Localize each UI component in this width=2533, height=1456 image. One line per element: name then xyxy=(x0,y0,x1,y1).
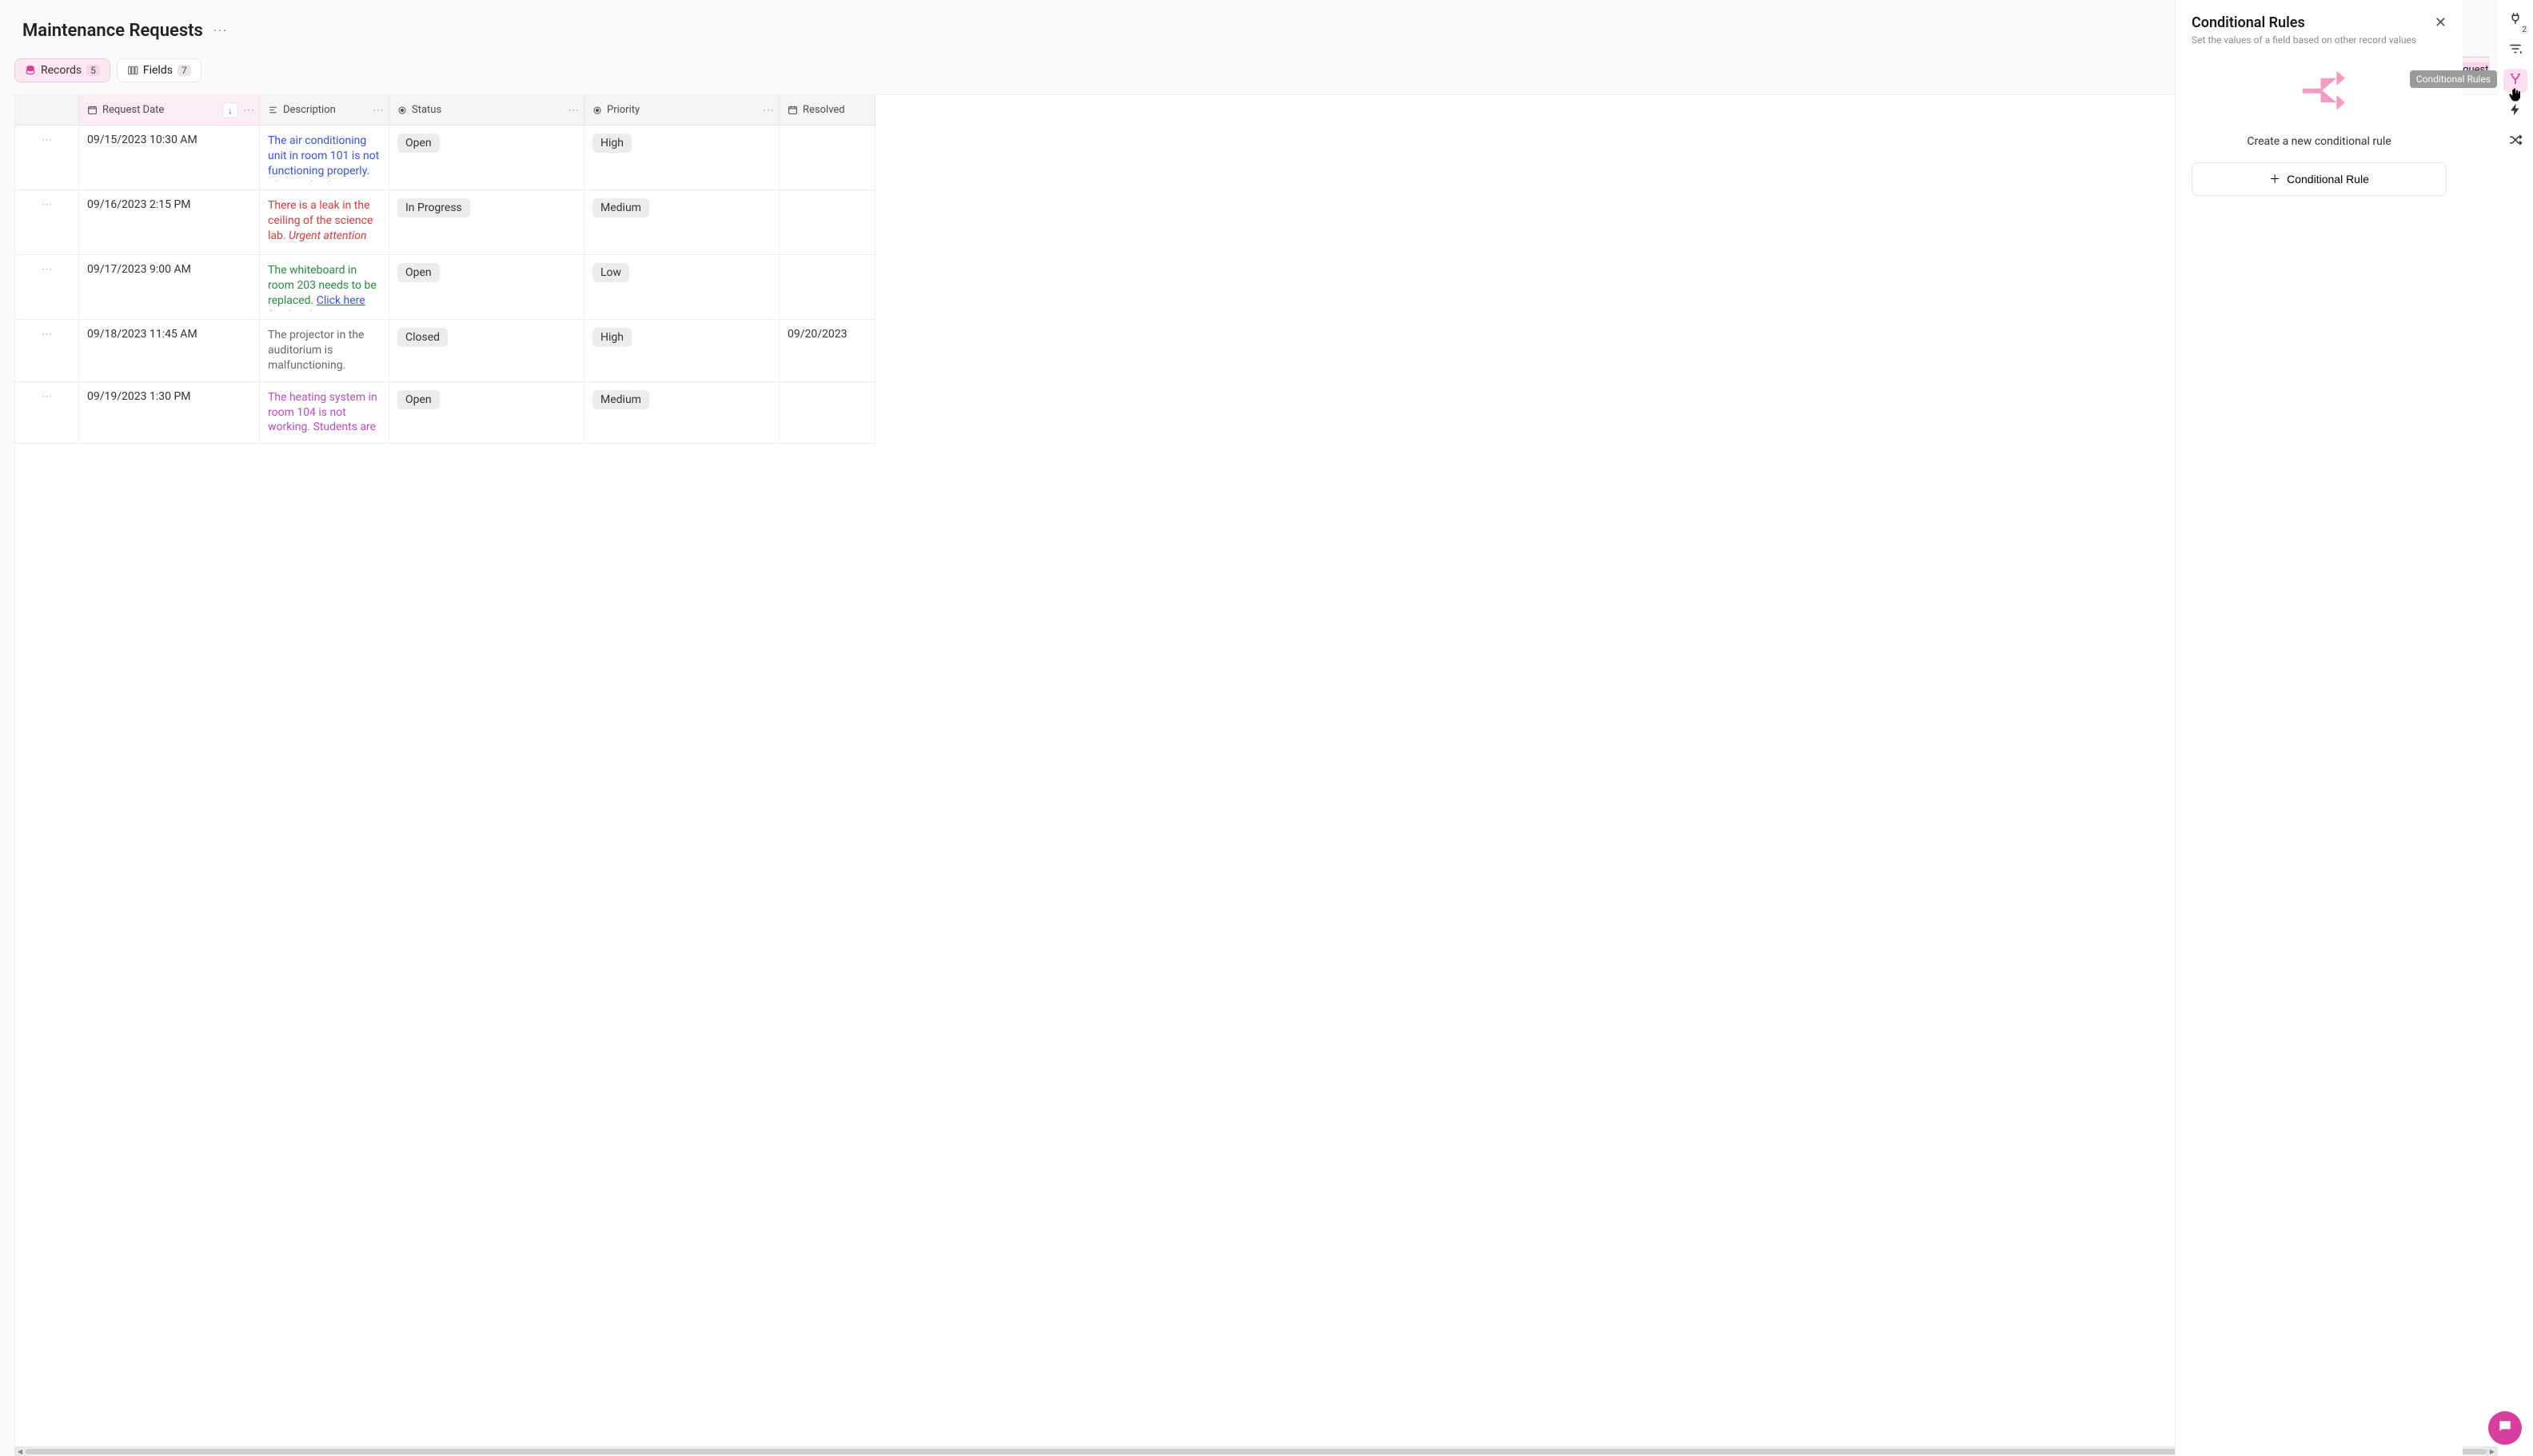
tab-records[interactable]: Records 5 xyxy=(14,58,110,82)
panel-title: Conditional Rules xyxy=(2192,14,2416,31)
column-menu-icon[interactable]: ⋯ xyxy=(243,104,254,117)
tab-fields-count: 7 xyxy=(178,65,191,76)
columns-icon xyxy=(127,65,138,76)
cell-status[interactable]: Open xyxy=(389,126,584,190)
column-header-request-date[interactable]: Request Date ↓ ⋯ xyxy=(79,95,260,126)
cell-description[interactable]: There is a leak in the ceiling of the sc… xyxy=(260,190,389,255)
horizontal-scrollbar[interactable]: ◀ ▶ xyxy=(14,1446,2498,1456)
priority-chip: High xyxy=(592,328,632,347)
column-header-label: Description xyxy=(283,104,336,116)
column-header-label: Resolved xyxy=(803,104,845,116)
status-chip: Open xyxy=(397,134,440,153)
scroll-right-icon[interactable]: ▶ xyxy=(2487,1447,2498,1456)
cell-status[interactable]: Open xyxy=(389,255,584,320)
cell-status[interactable]: In Progress xyxy=(389,190,584,255)
chat-icon xyxy=(2497,1418,2513,1438)
column-header-status[interactable]: Status ⋯ xyxy=(389,95,584,126)
cell-description[interactable]: The whiteboard in room 203 needs to be r… xyxy=(260,255,389,320)
rail-integrations-button[interactable]: 2 xyxy=(2503,8,2527,32)
panel-subtitle: Set the values of a field based on other… xyxy=(2192,34,2416,46)
tab-records-count: 5 xyxy=(86,65,100,76)
column-menu-icon[interactable]: ⋯ xyxy=(568,104,579,117)
cell-request-date[interactable]: 09/15/2023 10:30 AM xyxy=(79,126,260,190)
scroll-left-icon[interactable]: ◀ xyxy=(14,1447,26,1456)
cell-request-date[interactable]: 09/19/2023 1:30 PM xyxy=(79,382,260,445)
row-handle[interactable]: ⋯ xyxy=(15,126,79,190)
add-conditional-rule-button[interactable]: ＋ Conditional Rule xyxy=(2192,162,2447,196)
conditional-rules-panel: Conditional Rules Set the values of a fi… xyxy=(2175,0,2463,1456)
status-chip: In Progress xyxy=(397,198,470,217)
rail-filters-button[interactable] xyxy=(2503,38,2527,62)
column-header-description[interactable]: Description ⋯ xyxy=(260,95,389,126)
status-chip: Open xyxy=(397,263,440,282)
lightning-icon xyxy=(2508,102,2523,120)
cell-description[interactable]: The projector in the auditorium is malfu… xyxy=(260,320,389,382)
row-handle[interactable]: ⋯ xyxy=(15,255,79,320)
priority-chip: High xyxy=(592,134,632,153)
rail-conditional-rules-button[interactable]: Conditional Rules xyxy=(2503,69,2527,93)
status-chip: Open xyxy=(397,390,440,409)
column-header-label: Priority xyxy=(607,104,640,116)
cell-request-date[interactable]: 09/17/2023 9:00 AM xyxy=(79,255,260,320)
tab-fields-label: Fields xyxy=(143,64,173,77)
cell-resolved[interactable] xyxy=(780,126,876,190)
cell-priority[interactable]: Low xyxy=(584,255,780,320)
rail-badge: 2 xyxy=(2519,26,2529,34)
page-title: Maintenance Requests xyxy=(22,21,203,41)
column-header-resolved[interactable]: Resolved xyxy=(780,95,876,126)
row-handle[interactable]: ⋯ xyxy=(15,320,79,382)
status-chip: Closed xyxy=(397,328,448,347)
calendar-icon xyxy=(87,105,98,115)
cell-priority[interactable]: High xyxy=(584,320,780,382)
cell-status[interactable]: Open xyxy=(389,382,584,445)
rail-automations-button[interactable] xyxy=(2503,99,2527,123)
column-header-handle xyxy=(15,95,79,126)
tab-fields[interactable]: Fields 7 xyxy=(117,58,201,82)
cell-description[interactable]: The air conditioning unit in room 101 is… xyxy=(260,126,389,190)
cell-resolved[interactable] xyxy=(780,255,876,320)
page-more-icon[interactable]: ⋯ xyxy=(213,22,227,39)
cell-resolved[interactable] xyxy=(780,382,876,445)
add-conditional-rule-label: Conditional Rule xyxy=(2287,173,2369,185)
panel-hero-text: Create a new conditional rule xyxy=(2247,135,2391,148)
tab-records-label: Records xyxy=(41,64,82,77)
column-menu-icon[interactable]: ⋯ xyxy=(373,104,384,117)
row-handle[interactable]: ⋯ xyxy=(15,382,79,445)
rail-shuffle-button[interactable] xyxy=(2503,130,2527,154)
plus-icon: ＋ xyxy=(2269,171,2280,187)
filter-lines-icon xyxy=(2508,42,2523,59)
cell-request-date[interactable]: 09/18/2023 11:45 AM xyxy=(79,320,260,382)
circle-icon xyxy=(397,106,407,115)
row-handle[interactable]: ⋯ xyxy=(15,190,79,255)
column-header-priority[interactable]: Priority ⋯ xyxy=(584,95,780,126)
shuffle-icon xyxy=(2508,133,2523,150)
cell-priority[interactable]: Medium xyxy=(584,190,780,255)
calendar-icon xyxy=(788,105,798,115)
cell-resolved[interactable]: 09/20/2023 xyxy=(780,320,876,382)
priority-chip: Medium xyxy=(592,390,649,409)
column-header-label: Request Date xyxy=(102,104,164,116)
circle-icon xyxy=(592,106,602,115)
cell-priority[interactable]: Medium xyxy=(584,382,780,445)
scroll-thumb[interactable] xyxy=(26,1449,2487,1454)
branch-arrows-icon xyxy=(2289,60,2350,124)
cell-description[interactable]: The heating system in room 104 is not wo… xyxy=(260,382,389,445)
cell-status[interactable]: Closed xyxy=(389,320,584,382)
branch-icon xyxy=(2508,72,2523,90)
cell-resolved[interactable] xyxy=(780,190,876,255)
priority-chip: Medium xyxy=(592,198,649,217)
priority-chip: Low xyxy=(592,263,629,282)
database-icon xyxy=(25,65,36,76)
cell-priority[interactable]: High xyxy=(584,126,780,190)
text-icon xyxy=(268,105,278,115)
chat-fab[interactable] xyxy=(2488,1411,2522,1445)
cell-request-date[interactable]: 09/16/2023 2:15 PM xyxy=(79,190,260,255)
close-icon[interactable]: ✕ xyxy=(2435,14,2447,31)
sort-direction-chip[interactable]: ↓ xyxy=(222,102,238,118)
column-menu-icon[interactable]: ⋯ xyxy=(763,104,774,117)
column-header-label: Status xyxy=(412,104,441,116)
